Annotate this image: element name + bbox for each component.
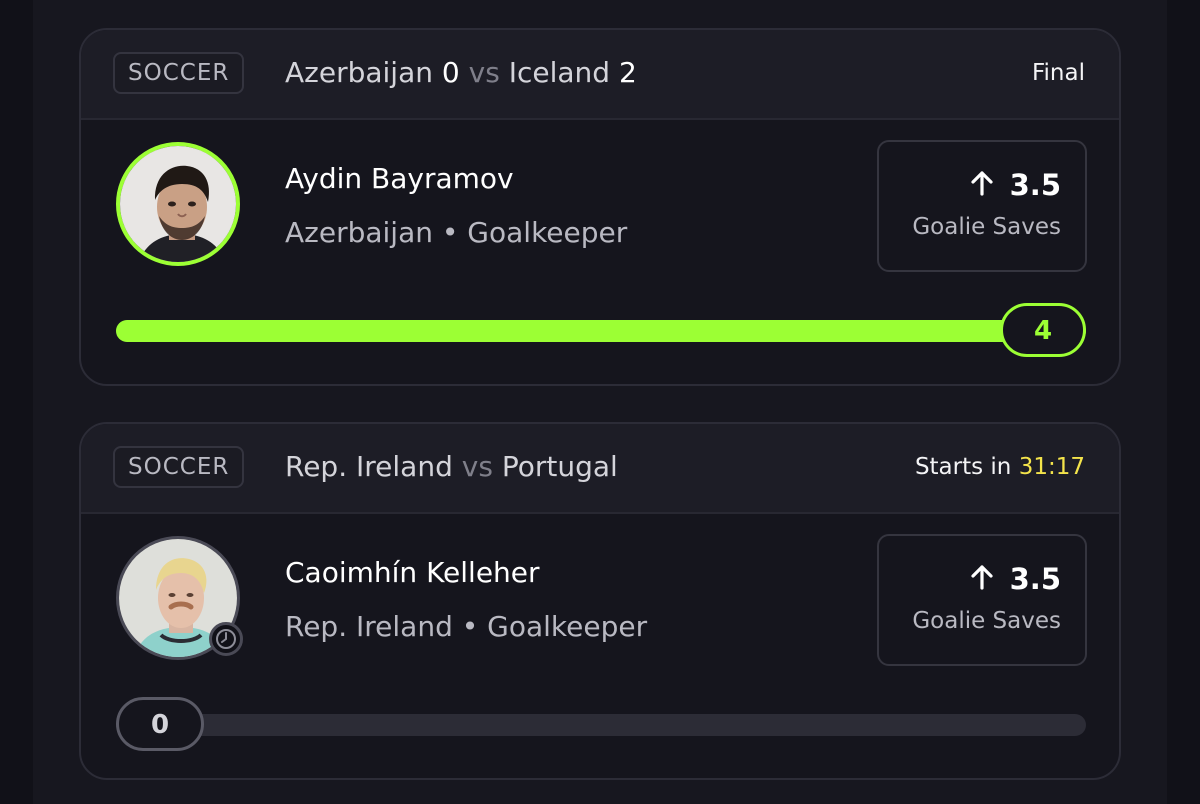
away-team: Iceland [508, 56, 611, 89]
clock-icon [209, 622, 243, 656]
stat-type: Goalie Saves [912, 214, 1061, 240]
current-stat-bubble: 0 [116, 697, 204, 751]
progress-track [116, 714, 1086, 736]
clock-hands [216, 629, 236, 649]
away-team: Portugal [501, 450, 618, 483]
match-header: SOCCER Azerbaijan 0 vs Iceland 2 Final [81, 30, 1119, 120]
player-name[interactable]: Caoimhín Kelleher [285, 556, 540, 589]
prop-line-box[interactable]: 3.5 Goalie Saves [877, 140, 1087, 272]
screen: SOCCER Azerbaijan 0 vs Iceland 2 Final A… [0, 0, 1200, 804]
player-name[interactable]: Aydin Bayramov [285, 162, 514, 195]
away-score: 2 [618, 56, 637, 89]
match-header: SOCCER Rep. Ireland vs Portugal Starts i… [81, 424, 1119, 514]
prop-line: 3.5 [968, 168, 1061, 202]
progress-fill [116, 320, 1086, 342]
home-team: Azerbaijan [285, 56, 433, 89]
match-title: Rep. Ireland vs Portugal [285, 446, 618, 488]
arrow-up-icon [971, 171, 993, 196]
line-value: 3.5 [1009, 562, 1061, 596]
prop-card[interactable]: SOCCER Rep. Ireland vs Portugal Starts i… [79, 422, 1121, 780]
countdown-timer: 31:17 [1018, 454, 1085, 480]
player-avatar[interactable] [116, 142, 240, 266]
versus-label: vs [461, 450, 493, 483]
line-value: 3.5 [1009, 168, 1061, 202]
prop-line-box[interactable]: 3.5 Goalie Saves [877, 534, 1087, 666]
match-title: Azerbaijan 0 vs Iceland 2 [285, 52, 637, 94]
home-team: Rep. Ireland [285, 450, 453, 483]
sport-badge: SOCCER [113, 52, 245, 94]
home-score: 0 [441, 56, 460, 89]
prop-card[interactable]: SOCCER Azerbaijan 0 vs Iceland 2 Final A… [79, 28, 1121, 386]
prop-line: 3.5 [968, 562, 1061, 596]
sport-badge: SOCCER [113, 446, 245, 488]
arrow-up-icon [971, 565, 993, 590]
player-photo [120, 146, 236, 262]
starts-in-label: Starts in [914, 454, 1012, 480]
match-status: Final [1031, 60, 1085, 86]
progress-track [116, 320, 1086, 342]
match-status: Starts in 31:17 [915, 446, 1085, 488]
stat-type: Goalie Saves [912, 608, 1061, 634]
versus-label: vs [468, 56, 500, 89]
player-team-position: Rep. Ireland • Goalkeeper [285, 610, 648, 643]
player-team-position: Azerbaijan • Goalkeeper [285, 216, 628, 249]
current-stat-bubble: 4 [1000, 303, 1086, 357]
